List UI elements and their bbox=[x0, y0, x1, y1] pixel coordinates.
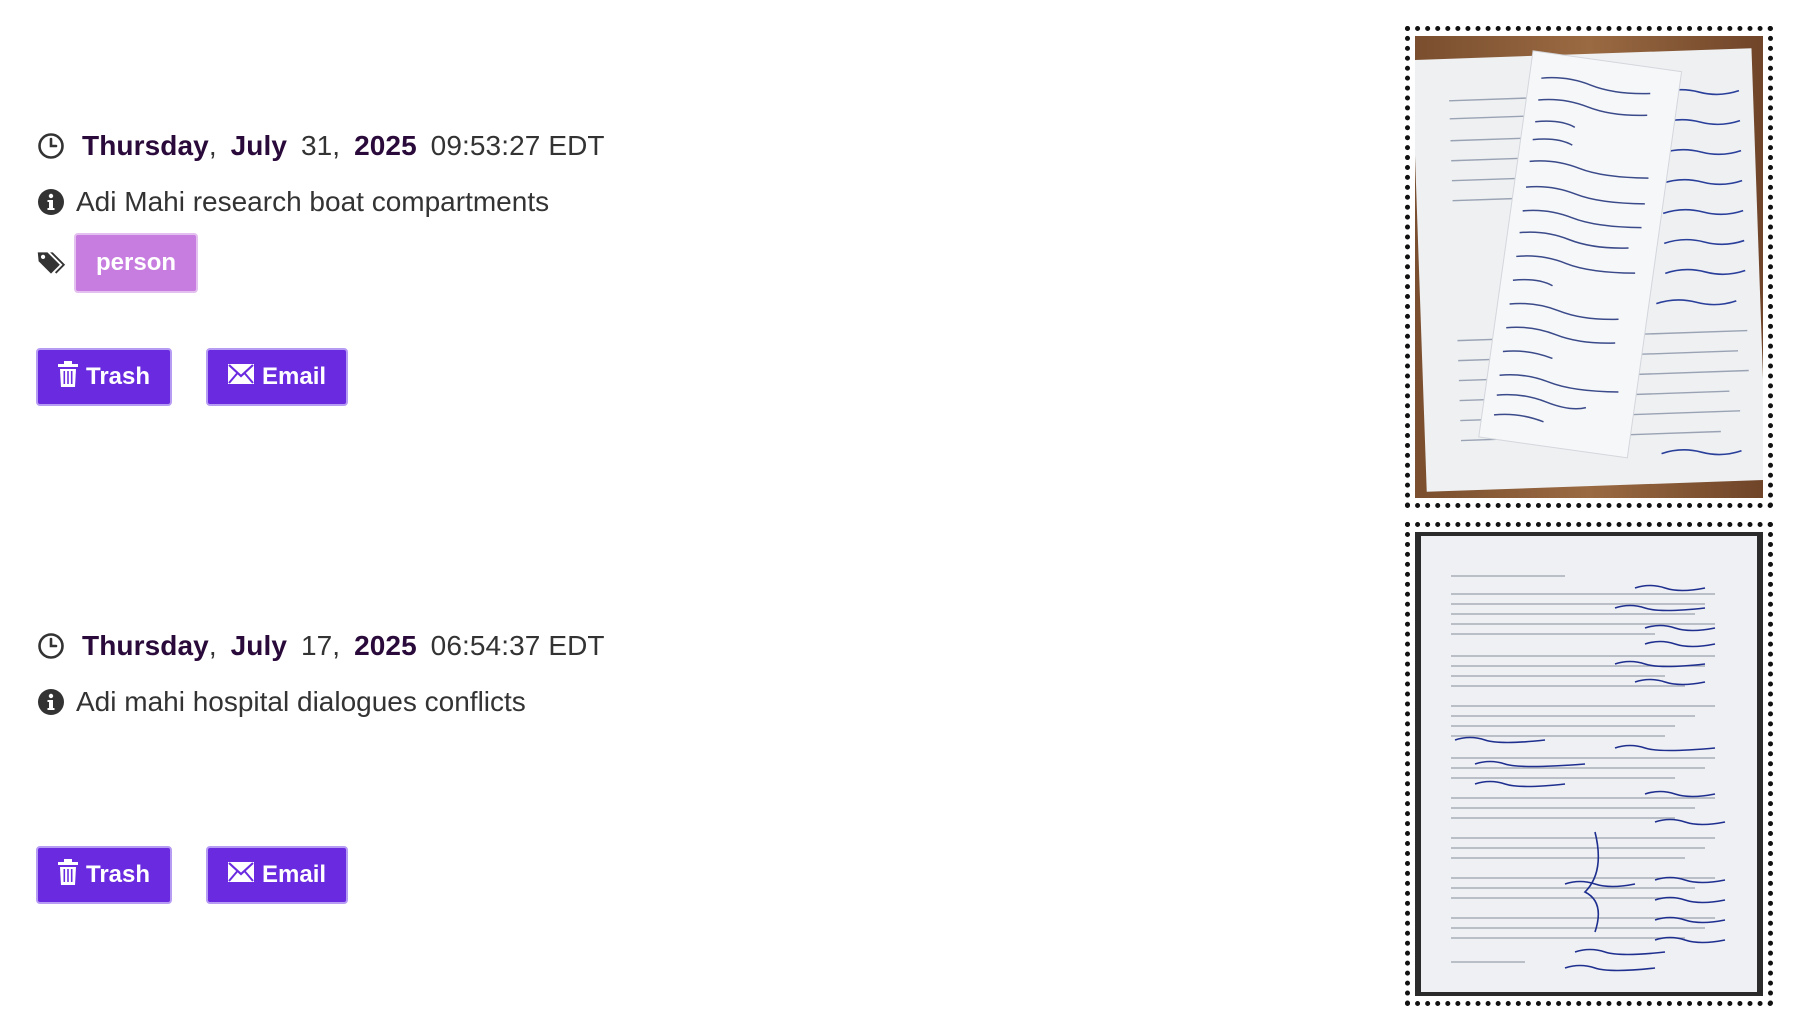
entry-thumbnail[interactable] bbox=[1405, 26, 1773, 508]
entry-date-row: Thursday, July 17, 2025 06:54:37 EDT bbox=[36, 624, 1336, 668]
date-day: 31, bbox=[300, 130, 341, 161]
entry-date-row: Thursday, July 31, 2025 09:53:27 EDT bbox=[36, 124, 1336, 168]
email-label: Email bbox=[262, 363, 327, 390]
envelope-icon bbox=[228, 861, 255, 889]
entry-actions: Trash Email bbox=[36, 846, 1336, 904]
date-day: 17, bbox=[300, 630, 341, 661]
clock-icon bbox=[36, 131, 66, 161]
date-time: 09:53:27 EDT bbox=[430, 130, 605, 161]
entry-date: Thursday, July 17, 2025 06:54:37 EDT bbox=[82, 630, 605, 661]
date-time: 06:54:37 EDT bbox=[430, 630, 605, 661]
email-button[interactable]: Email bbox=[206, 348, 349, 406]
trash-icon bbox=[58, 360, 78, 394]
entry-actions: Trash Email bbox=[36, 348, 1336, 406]
entry-card: Thursday, July 17, 2025 06:54:37 EDT Adi… bbox=[36, 624, 1336, 904]
clock-icon bbox=[36, 631, 66, 661]
date-year: 2025 bbox=[354, 130, 417, 161]
trash-label: Trash bbox=[86, 861, 151, 888]
annotated-script-photo bbox=[1415, 532, 1763, 996]
entry-description-row: Adi Mahi research boat compartments bbox=[36, 180, 1336, 224]
trash-button[interactable]: Trash bbox=[36, 846, 173, 904]
date-year: 2025 bbox=[354, 630, 417, 661]
trash-label: Trash bbox=[86, 363, 151, 390]
info-circle-icon bbox=[36, 187, 66, 217]
entry-card: Thursday, July 31, 2025 09:53:27 EDT Adi… bbox=[36, 124, 1336, 406]
tags-icon bbox=[36, 248, 66, 278]
entry-description: Adi Mahi research boat compartments bbox=[76, 186, 550, 217]
entry-description: Adi mahi hospital dialogues conflicts bbox=[76, 686, 526, 717]
tag-person[interactable]: person bbox=[74, 233, 199, 293]
email-label: Email bbox=[262, 861, 327, 888]
date-month: July bbox=[230, 130, 288, 161]
entry-thumbnail[interactable] bbox=[1405, 522, 1773, 1006]
handwritten-notes-photo bbox=[1415, 36, 1763, 498]
email-button[interactable]: Email bbox=[206, 846, 349, 904]
date-weekday: Thursday bbox=[82, 130, 209, 161]
entry-description-row: Adi mahi hospital dialogues conflicts bbox=[36, 680, 1336, 724]
date-weekday: Thursday bbox=[82, 630, 209, 661]
info-circle-icon bbox=[36, 687, 66, 717]
entry-tags-row: person bbox=[36, 232, 1336, 294]
envelope-icon bbox=[228, 363, 255, 391]
entry-date: Thursday, July 31, 2025 09:53:27 EDT bbox=[82, 130, 605, 161]
trash-button[interactable]: Trash bbox=[36, 348, 173, 406]
date-month: July bbox=[230, 630, 288, 661]
trash-icon bbox=[58, 858, 78, 892]
